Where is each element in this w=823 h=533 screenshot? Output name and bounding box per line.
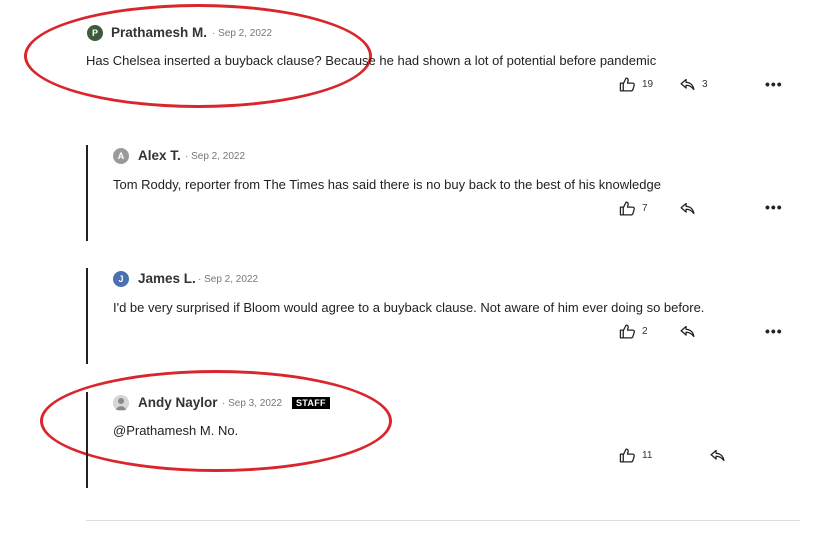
more-options-button[interactable]: ••• (765, 199, 783, 215)
reply-icon (680, 202, 695, 215)
avatar[interactable]: J (113, 271, 129, 287)
comment-author[interactable]: Alex T. (138, 148, 181, 163)
reply-count: 3 (702, 79, 708, 90)
like-button[interactable]: 7 (619, 200, 648, 217)
reply-icon (680, 325, 695, 338)
comment-text: Has Chelsea inserted a buyback clause? B… (86, 53, 657, 68)
like-count: 7 (642, 203, 648, 214)
comment-date: · Sep 2, 2022 (185, 151, 246, 162)
reply-thread-line (86, 145, 88, 241)
comment-author[interactable]: Prathamesh M. (111, 25, 207, 40)
reply-thread-line (86, 268, 88, 364)
reply-button[interactable] (679, 200, 696, 217)
avatar[interactable] (113, 395, 129, 411)
like-button[interactable]: 19 (619, 76, 653, 93)
reply-icon (680, 78, 695, 91)
comment-text: I'd be very surprised if Bloom would agr… (113, 300, 705, 315)
more-options-button[interactable]: ••• (765, 323, 783, 339)
reply-thread-line (86, 392, 88, 488)
reply-icon (710, 449, 725, 462)
thumbs-up-icon (619, 201, 635, 216)
comment-text: @Prathamesh M. No. (113, 423, 239, 438)
staff-badge: STAFF (292, 397, 330, 409)
comment-author[interactable]: James L. (138, 271, 196, 286)
highlight-ellipse-2 (40, 370, 392, 472)
like-button[interactable]: 11 (619, 447, 652, 464)
comment-date: · Sep 3, 2022 (222, 398, 283, 409)
more-options-button[interactable]: ••• (765, 76, 783, 92)
person-photo-icon (113, 395, 129, 411)
comment-date: · Sep 2, 2022 (212, 28, 273, 39)
like-count: 2 (642, 326, 648, 337)
comment-author[interactable]: Andy Naylor (138, 395, 218, 410)
section-divider (86, 520, 800, 521)
reply-button[interactable] (709, 447, 726, 464)
comment-text: Tom Roddy, reporter from The Times has s… (113, 177, 661, 192)
like-count: 19 (642, 79, 654, 90)
avatar[interactable]: P (87, 25, 103, 41)
reply-button[interactable]: 3 (679, 76, 708, 93)
thumbs-up-icon (619, 324, 635, 339)
like-count: 11 (642, 450, 653, 461)
avatar[interactable]: A (113, 148, 129, 164)
thumbs-up-icon (619, 77, 635, 92)
thumbs-up-icon (619, 448, 635, 463)
like-button[interactable]: 2 (619, 323, 648, 340)
reply-button[interactable] (679, 323, 696, 340)
comment-date: · Sep 2, 2022 (198, 274, 259, 285)
